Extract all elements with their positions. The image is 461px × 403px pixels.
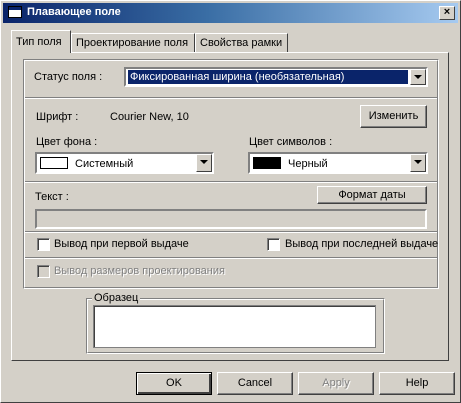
cancel-button[interactable]: Cancel — [217, 372, 293, 395]
bg-color-select[interactable]: Системный — [35, 152, 214, 174]
design-sizes-label: Вывод размеров проектирования — [54, 265, 225, 277]
font-label: Шрифт : — [36, 111, 79, 123]
first-output-label[interactable]: Вывод при первой выдаче — [54, 238, 189, 250]
chevron-down-icon[interactable] — [410, 154, 426, 172]
last-output-label[interactable]: Вывод при последней выдаче — [285, 238, 438, 250]
bg-color-value: Системный — [75, 158, 134, 170]
fg-color-value: Черный — [288, 158, 328, 170]
divider — [25, 257, 437, 259]
fg-color-swatch — [253, 157, 281, 169]
dialog-window: Плавающее поле × Тип поля Проектирование… — [0, 0, 461, 403]
window-icon — [8, 6, 22, 18]
text-input[interactable] — [35, 209, 427, 229]
sample-preview — [93, 305, 376, 348]
date-format-button[interactable]: Формат даты — [317, 186, 427, 204]
help-button[interactable]: Help — [379, 372, 455, 395]
divider — [25, 97, 437, 99]
status-select[interactable]: Фиксированная ширина (необязательная) — [124, 67, 428, 87]
divider — [25, 231, 437, 233]
first-output-checkbox[interactable] — [37, 238, 50, 251]
font-value: Courier New, 10 — [110, 111, 189, 123]
chevron-down-icon[interactable] — [196, 154, 212, 172]
text-label: Текст : — [35, 191, 69, 203]
fg-color-select[interactable]: Черный — [248, 152, 428, 174]
title-bar[interactable]: Плавающее поле × — [3, 3, 458, 23]
ok-button[interactable]: OK — [136, 372, 212, 395]
close-button[interactable]: × — [439, 6, 455, 20]
last-output-checkbox[interactable] — [267, 238, 280, 251]
design-sizes-checkbox — [37, 265, 50, 278]
window-title: Плавающее поле — [27, 6, 121, 18]
status-value: Фиксированная ширина (необязательная) — [128, 70, 408, 84]
status-label: Статус поля : — [34, 71, 103, 83]
bg-color-label: Цвет фона : — [36, 136, 98, 148]
chevron-down-icon[interactable] — [410, 69, 426, 85]
field-settings-group — [23, 59, 439, 289]
tab-frame-properties[interactable]: Свойства рамки — [195, 33, 288, 52]
tab-field-design[interactable]: Проектирование поля — [71, 33, 195, 52]
divider — [25, 181, 437, 183]
tab-field-type[interactable]: Тип поля — [11, 30, 71, 53]
sample-label: Образец — [92, 292, 141, 304]
change-font-button[interactable]: Изменить — [360, 105, 427, 128]
bg-color-swatch — [40, 157, 68, 169]
fg-color-label: Цвет символов : — [249, 136, 333, 148]
apply-button: Apply — [298, 372, 374, 395]
